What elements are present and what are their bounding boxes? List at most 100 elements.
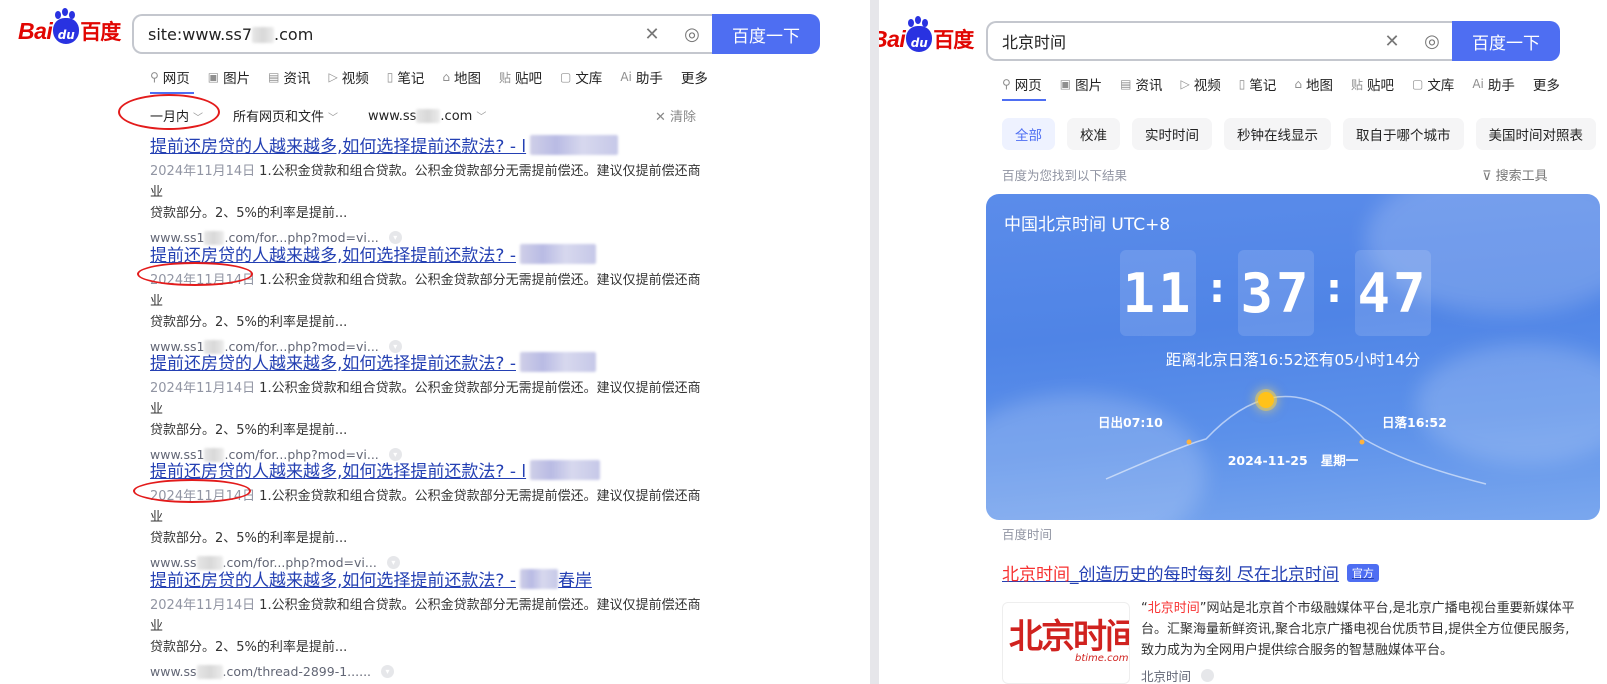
chevron-down-icon: ﹀ <box>328 113 339 124</box>
tab-news[interactable]: ▤ 资讯 <box>1120 74 1162 94</box>
result-title-link[interactable]: 提前还房贷的人越来越多,如何选择提前还款法? - <box>150 349 710 374</box>
tab-wenku[interactable]: ▢ 文库 <box>560 67 602 87</box>
related-chips: 全部 校准 实时时间 秒钟在线显示 取自于哪个城市 美国时间对照表 <box>1002 118 1607 150</box>
baidu-logo[interactable]: Bai du 百度 <box>18 11 121 46</box>
beijing-time-card: 中国北京时间 UTC+8 11 : 37 : 47 距离北京日落16:52还有0… <box>986 194 1600 520</box>
search-input[interactable]: site:www.ss7 .com ✕ ◎ <box>132 14 712 54</box>
search-icon: ⚲ <box>1002 77 1011 91</box>
result-abstract: 2024年11月14日 1.公积金贷款和组合贷款。公积金贷款部分无需提前偿还。建议… <box>150 164 701 221</box>
redacted-text <box>519 351 596 372</box>
search-query: 北京时间 <box>1002 33 1067 52</box>
search-tabs: ⚲ 网页 ▣ 图片 ▤ 资讯 ▷ 视频 ▯ 笔记 ⌂ 地图 贴贴吧 ▢ 文库 Ai 助手 更多 <box>1002 74 1578 94</box>
result-abstract: 2024年11月14日 1.公积金贷款和组合贷款。公积金贷款部分无需提前偿还。建议… <box>150 381 701 438</box>
official-badge: 官方 <box>1346 563 1379 582</box>
doc-icon: ▢ <box>1411 77 1424 91</box>
filter-icon: ⊽ <box>1482 169 1496 184</box>
clock-date: 2024-11-25 星期一 <box>1227 453 1359 468</box>
redacted-text <box>252 27 275 43</box>
tab-news[interactable]: ▤ 资讯 <box>268 67 310 87</box>
chip-all[interactable]: 全部 <box>1002 118 1055 150</box>
sunrise-label: 日出07:10 <box>1098 415 1163 430</box>
tab-assistant[interactable]: Ai 助手 <box>1472 74 1515 94</box>
search-query: site:www.ss7 .com <box>148 24 314 44</box>
clear-icon[interactable]: ✕ <box>632 24 672 45</box>
result-title-link[interactable]: 提前还房贷的人越来越多,如何选择提前还款法? - 春岸 <box>150 566 710 591</box>
tab-images[interactable]: ▣ 图片 <box>1060 74 1102 94</box>
ai-icon: Ai <box>1472 77 1484 91</box>
redacted-text <box>519 243 596 264</box>
search-icon: ⚲ <box>150 70 159 84</box>
left-browser-pane: Bai du 百度 site:www.ss7 .com ✕ ◎ 百度一下 ⚲ 网页 … <box>0 0 870 684</box>
result-abstract: “北京时间”网站是北京首个市级融媒体平台,是北京广播电视台重要新媒体平台。汇聚海… <box>1141 601 1575 658</box>
tab-tieba[interactable]: 贴贴吧 <box>498 67 542 88</box>
result-url[interactable]: www.ss .com/thread-2899-1...... ▾ <box>150 664 710 679</box>
redacted-text <box>530 134 619 155</box>
redacted-text <box>530 459 601 480</box>
result-title-link[interactable]: 北京时间 _创造历史的每时每刻 尽在北京时间 官方 <box>1002 560 1379 585</box>
dropdown-icon: ▾ <box>381 665 395 678</box>
search-button[interactable]: 百度一下 <box>1452 21 1560 61</box>
tab-video[interactable]: ▷ 视频 <box>328 67 368 87</box>
tieba-icon: 贴 <box>1350 77 1363 92</box>
close-icon: ✕ <box>655 110 671 125</box>
tab-tieba[interactable]: 贴贴吧 <box>1350 74 1394 95</box>
result-title-link[interactable]: 提前还房贷的人越来越多,如何选择提前还款法? - l <box>150 132 710 157</box>
search-input[interactable]: 北京时间 ✕ ◎ <box>986 21 1452 61</box>
right-browser-pane: Bai du 百度 北京时间 ✕ ◎ 百度一下 ⚲网页 ▣图片 ▤资讯 ▷视频 … <box>879 0 1607 684</box>
map-icon: ⌂ <box>1294 77 1302 91</box>
tab-video[interactable]: ▷ 视频 <box>1180 74 1220 94</box>
tab-more[interactable]: 更多 <box>1533 74 1560 94</box>
search-tools-button[interactable]: ⊽ 搜索工具 <box>1482 165 1548 184</box>
doc-icon: ▢ <box>559 70 572 84</box>
baidu-logo[interactable]: Bai du 百度 <box>879 19 974 54</box>
chip-us-time[interactable]: 美国时间对照表 <box>1475 118 1596 150</box>
chip-realtime[interactable]: 实时时间 <box>1132 118 1212 150</box>
result-site[interactable]: 北京时间 <box>1141 666 1215 684</box>
chip-city[interactable]: 取自于哪个城市 <box>1343 118 1464 150</box>
tab-images[interactable]: ▣ 图片 <box>208 67 250 87</box>
image-icon: ▣ <box>1059 77 1072 91</box>
chevron-down-icon: ﹀ <box>476 111 487 123</box>
clear-filter-button[interactable]: ✕ 清除 <box>655 106 696 125</box>
tab-notes[interactable]: ▯ 笔记 <box>1239 74 1277 94</box>
search-result: 提前还房贷的人越来越多,如何选择提前还款法? - l 2024年11月14日 1.… <box>150 132 710 245</box>
map-icon: ⌂ <box>442 70 450 84</box>
video-icon: ▷ <box>328 70 338 84</box>
tab-notes[interactable]: ▯ 笔记 <box>387 67 425 87</box>
search-result: 提前还房贷的人越来越多,如何选择提前还款法? - 2024年11月14日 1.公积… <box>150 349 710 462</box>
search-result: 提前还房贷的人越来越多,如何选择提前还款法? - l 2024年11月14日 1.… <box>150 457 710 570</box>
window-divider <box>870 0 879 684</box>
site-filter[interactable]: www.ss .com ﹀ <box>368 108 486 124</box>
tab-wenku[interactable]: ▢ 文库 <box>1412 74 1454 94</box>
tab-map[interactable]: ⌂ 地图 <box>442 67 481 87</box>
search-result: 提前还房贷的人越来越多,如何选择提前还款法? - 春岸 2024年11月14日 1.… <box>150 566 710 679</box>
tab-web[interactable]: ⚲ 网页 <box>150 67 190 87</box>
dropdown-icon <box>1201 669 1215 682</box>
clear-icon[interactable]: ✕ <box>1372 31 1412 52</box>
news-icon: ▤ <box>268 70 280 84</box>
result-title-link[interactable]: 提前还房贷的人越来越多,如何选择提前还款法? - <box>150 241 710 266</box>
sun-icon <box>1258 392 1274 408</box>
tieba-icon: 贴 <box>498 70 511 85</box>
tab-more[interactable]: 更多 <box>681 67 708 87</box>
search-bar: 北京时间 ✕ ◎ 百度一下 <box>986 21 1560 61</box>
tab-web[interactable]: ⚲ 网页 <box>1002 74 1042 94</box>
camera-icon[interactable]: ◎ <box>1412 31 1452 52</box>
tab-map[interactable]: ⌂ 地图 <box>1294 74 1333 94</box>
chip-seconds[interactable]: 秒钟在线显示 <box>1224 118 1331 150</box>
search-button[interactable]: 百度一下 <box>712 14 820 54</box>
note-icon: ▯ <box>1238 77 1246 91</box>
annotation-circle <box>118 94 220 130</box>
card-source[interactable]: 百度时间 <box>1002 524 1052 543</box>
video-icon: ▷ <box>1180 77 1190 91</box>
camera-icon[interactable]: ◎ <box>672 24 712 45</box>
result-count-text: 百度为您找到以下结果 <box>1002 168 1128 183</box>
result-title-link[interactable]: 提前还房贷的人越来越多,如何选择提前还款法? - l <box>150 457 710 482</box>
type-filter[interactable]: 所有网页和文件 ﹀ <box>233 106 338 125</box>
redacted-text <box>519 568 558 589</box>
sun-arc <box>1105 395 1487 485</box>
btime-logo-image[interactable]: 北京时间 btime.com <box>1002 602 1130 684</box>
tab-assistant[interactable]: Ai 助手 <box>620 67 663 87</box>
chip-calibrate[interactable]: 校准 <box>1067 118 1120 150</box>
image-icon: ▣ <box>207 70 220 84</box>
